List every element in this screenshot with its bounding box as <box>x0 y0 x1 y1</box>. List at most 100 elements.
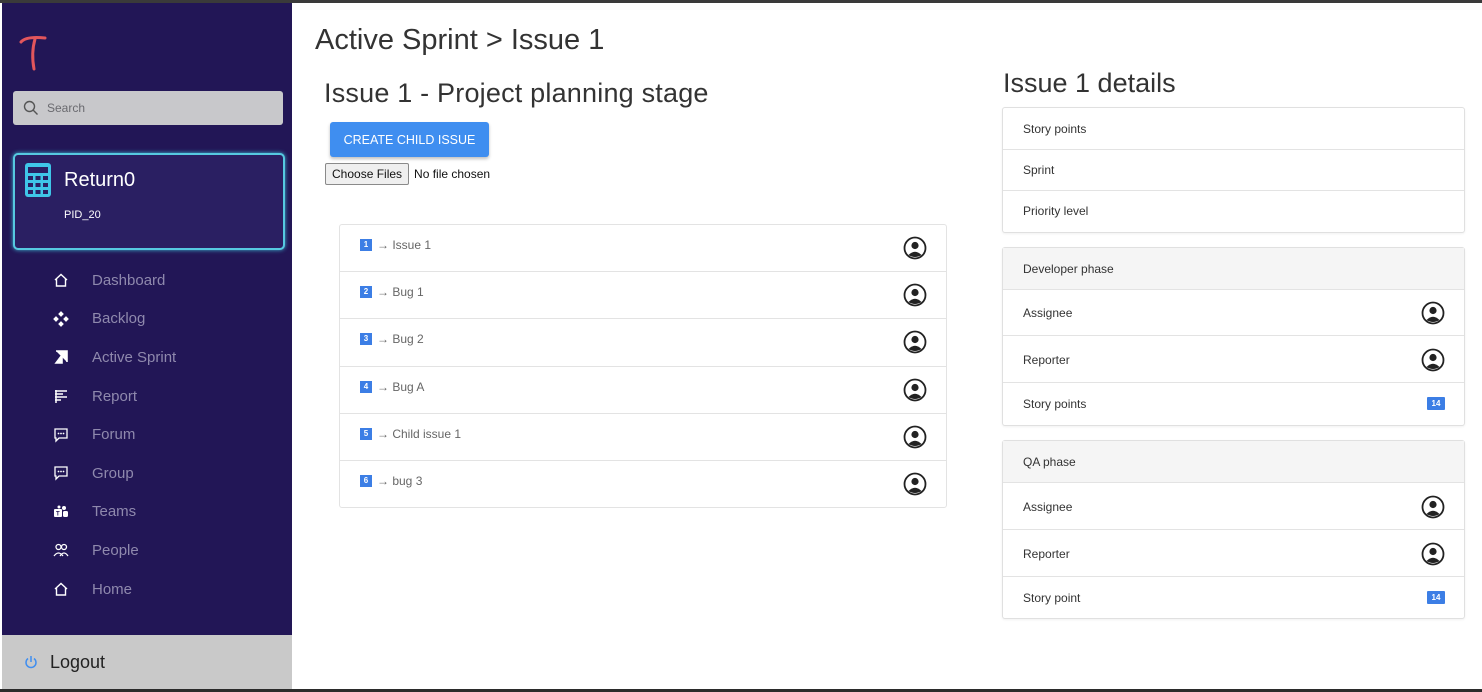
avatar-icon[interactable] <box>903 330 927 354</box>
search-icon <box>23 100 38 115</box>
list-item[interactable]: 4 → Bug A <box>340 367 946 414</box>
issue-number-badge: 3 <box>360 333 372 346</box>
detail-row-assignee[interactable]: Assignee <box>1003 290 1464 336</box>
chat-icon <box>52 464 70 482</box>
logout-label: Logout <box>50 651 106 672</box>
avatar-icon[interactable] <box>903 472 927 496</box>
detail-label: Sprint <box>1023 163 1055 177</box>
avatar-icon[interactable] <box>903 378 927 402</box>
detail-row-reporter[interactable]: Reporter <box>1003 336 1464 383</box>
sidebar-item-forum[interactable]: Forum <box>2 415 292 454</box>
home-icon <box>52 271 70 289</box>
sprint-icon <box>52 348 70 366</box>
file-status: No file chosen <box>414 167 491 181</box>
sidebar-item-active-sprint[interactable]: Active Sprint <box>2 338 292 377</box>
detail-row-story-points[interactable]: Story points <box>1003 108 1464 150</box>
svg-text:T: T <box>56 511 60 517</box>
sidebar: Return0 PID_20 Dashboard Backlog Active … <box>2 3 292 635</box>
developer-phase-card: Developer phase Assignee Reporter Story … <box>1002 247 1465 426</box>
issue-number-badge: 5 <box>360 427 372 440</box>
sidebar-item-label: Active Sprint <box>92 348 177 366</box>
detail-label: Story points <box>1023 397 1087 411</box>
detail-row-story-point[interactable]: Story point 14 <box>1003 577 1464 618</box>
detail-label: Story point <box>1023 591 1081 605</box>
teams-icon: T <box>52 503 70 521</box>
detail-row-story-points[interactable]: Story points 14 <box>1003 383 1464 425</box>
detail-label: Story points <box>1023 122 1087 136</box>
sidebar-item-report[interactable]: Report <box>2 377 292 416</box>
sidebar-item-label: Teams <box>92 503 137 521</box>
project-name: Return0 <box>64 169 136 191</box>
sidebar-item-label: Backlog <box>92 310 146 328</box>
child-issue-list: 1 → Issue 1 2 → Bug 1 3 → Bug 2 4 → Bug … <box>339 224 947 508</box>
sidebar-item-dashboard[interactable]: Dashboard <box>2 261 292 300</box>
child-issue-link[interactable]: → Bug 1 <box>377 285 424 299</box>
sidebar-item-label: Report <box>92 387 138 405</box>
child-issue-link[interactable]: → Child issue 1 <box>377 427 461 441</box>
story-points-badge: 14 <box>1427 397 1445 410</box>
detail-row-priority[interactable]: Priority level <box>1003 191 1464 232</box>
sidebar-item-label: Home <box>92 580 133 598</box>
child-issue-link[interactable]: → Bug 2 <box>377 332 424 346</box>
card-header-title: QA phase <box>1023 455 1076 469</box>
sidebar-item-group[interactable]: Group <box>2 454 292 493</box>
detail-label: Assignee <box>1023 500 1073 514</box>
sidebar-item-label: Forum <box>92 426 136 444</box>
home-icon <box>52 580 70 598</box>
details-title: Issue 1 details <box>1003 68 1176 98</box>
sidebar-item-backlog[interactable]: Backlog <box>2 300 292 339</box>
power-icon <box>25 656 37 669</box>
detail-label: Reporter <box>1023 547 1070 561</box>
sidebar-item-teams[interactable]: T Teams <box>2 493 292 532</box>
child-issue-link[interactable]: → Bug A <box>377 380 424 394</box>
issue-number-badge: 4 <box>360 380 372 393</box>
project-id: PID_20 <box>64 209 101 221</box>
detail-row-assignee[interactable]: Assignee <box>1003 483 1464 530</box>
detail-row-sprint[interactable]: Sprint <box>1003 150 1464 191</box>
list-item[interactable]: 5 → Child issue 1 <box>340 414 946 461</box>
diamond-grid-icon <box>52 310 70 328</box>
sidebar-item-people[interactable]: People <box>2 531 292 570</box>
issue-number-badge: 2 <box>360 286 372 299</box>
detail-label: Reporter <box>1023 353 1070 367</box>
search-box[interactable] <box>13 91 283 125</box>
logout-button[interactable]: Logout <box>2 635 292 689</box>
chat-icon <box>52 426 70 444</box>
issue-title: Issue 1 - Project planning stage <box>324 78 709 108</box>
report-icon <box>52 387 70 405</box>
avatar-icon[interactable] <box>903 236 927 260</box>
project-card[interactable]: Return0 PID_20 <box>13 153 285 250</box>
story-points-badge: 14 <box>1427 591 1445 604</box>
detail-row-reporter[interactable]: Reporter <box>1003 530 1464 577</box>
people-icon <box>52 541 70 559</box>
issue-number-badge: 6 <box>360 474 372 487</box>
app-logo[interactable] <box>18 33 48 73</box>
avatar-icon[interactable] <box>1421 348 1445 372</box>
sidebar-nav: Dashboard Backlog Active Sprint Report F… <box>2 261 292 608</box>
general-details-card: Story points Sprint Priority level <box>1002 107 1465 233</box>
avatar-icon[interactable] <box>1421 301 1445 325</box>
child-issue-link[interactable]: → bug 3 <box>377 474 422 488</box>
create-child-issue-button[interactable]: CREATE CHILD ISSUE <box>330 122 489 157</box>
choose-files-button[interactable]: Choose Files <box>325 163 410 185</box>
detail-label: Priority level <box>1023 204 1089 218</box>
list-item[interactable]: 1 → Issue 1 <box>340 225 946 273</box>
card-header: QA phase <box>1003 441 1464 483</box>
project-grid-icon <box>25 163 51 197</box>
sidebar-item-label: People <box>92 541 139 559</box>
card-header: Developer phase <box>1003 248 1464 290</box>
qa-phase-card: QA phase Assignee Reporter Story point 1… <box>1002 440 1465 619</box>
list-item[interactable]: 6 → bug 3 <box>340 461 946 508</box>
avatar-icon[interactable] <box>1421 542 1445 566</box>
list-item[interactable]: 3 → Bug 2 <box>340 319 946 367</box>
list-item[interactable]: 2 → Bug 1 <box>340 272 946 320</box>
avatar-icon[interactable] <box>1421 495 1445 519</box>
detail-label: Assignee <box>1023 306 1073 320</box>
issue-number-badge: 1 <box>360 239 372 251</box>
child-issue-link[interactable]: → Issue 1 <box>377 238 431 252</box>
avatar-icon[interactable] <box>903 425 927 449</box>
avatar-icon[interactable] <box>903 283 927 307</box>
search-input[interactable] <box>47 101 267 115</box>
sidebar-item-label: Dashboard <box>92 271 166 289</box>
sidebar-item-home[interactable]: Home <box>2 570 292 609</box>
